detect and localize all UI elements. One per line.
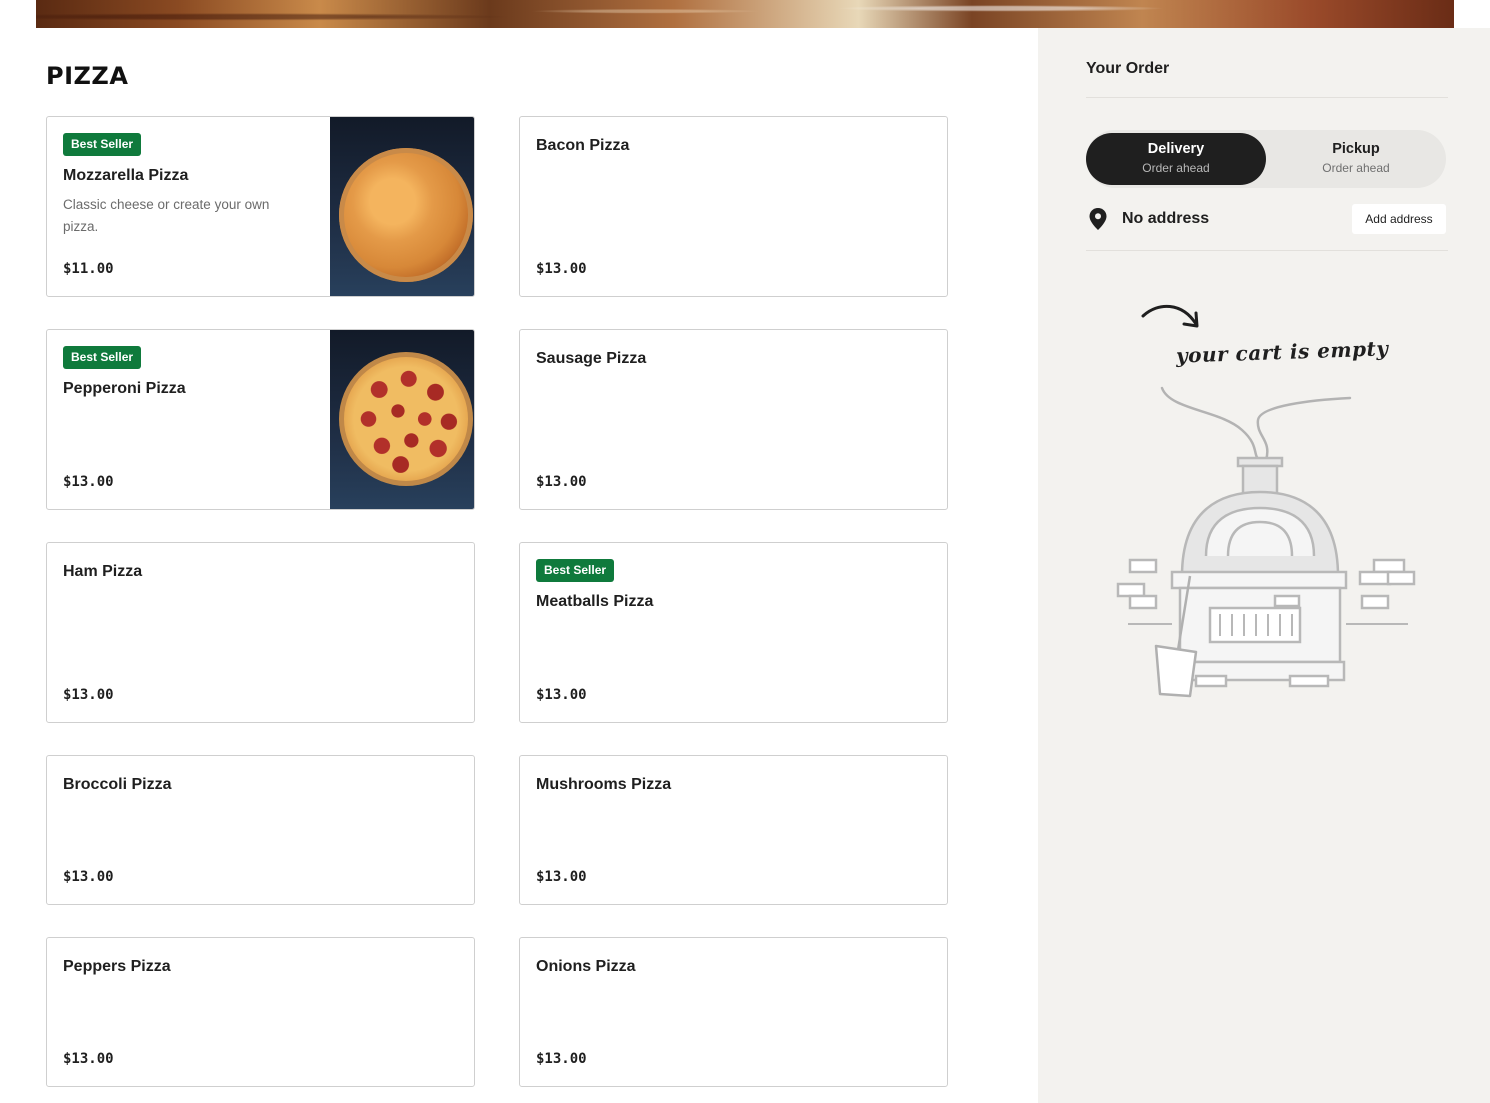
menu-item-price: $13.00 — [536, 687, 587, 703]
menu-item-name: Sausage Pizza — [536, 350, 647, 367]
menu-item-price: $13.00 — [63, 474, 114, 490]
menu-item-price: $13.00 — [536, 1051, 587, 1067]
menu-item-card-mushrooms[interactable]: Mushrooms Pizza $13.00 — [519, 755, 948, 905]
menu-item-card-sausage[interactable]: Sausage Pizza $13.00 — [519, 329, 948, 510]
curved-arrow-icon — [1141, 304, 1199, 328]
menu-item-card-broccoli[interactable]: Broccoli Pizza $13.00 — [46, 755, 475, 905]
menu-item-card-meatballs[interactable]: Best Seller Meatballs Pizza $13.00 — [519, 542, 948, 723]
pickup-sublabel: Order ahead — [1322, 161, 1390, 175]
menu-item-image — [330, 117, 474, 296]
add-address-button[interactable]: Add address — [1352, 204, 1446, 234]
menu-item-price: $13.00 — [536, 474, 587, 490]
address-text: No address — [1122, 210, 1210, 227]
menu-item-name: Mushrooms Pizza — [536, 776, 672, 793]
menu-item-image — [330, 330, 474, 509]
pickup-option[interactable]: Pickup Order ahead — [1266, 133, 1446, 185]
menu-item-name: Ham Pizza — [63, 563, 143, 580]
delivery-sublabel: Order ahead — [1142, 161, 1210, 175]
menu-item-name: Onions Pizza — [536, 958, 636, 975]
best-seller-badge: Best Seller — [536, 559, 615, 582]
menu-item-price: $11.00 — [63, 261, 114, 277]
menu-item-card-bacon[interactable]: Bacon Pizza $13.00 — [519, 116, 948, 297]
divider — [1086, 250, 1448, 251]
menu-item-name: Broccoli Pizza — [63, 776, 172, 793]
divider — [1086, 97, 1448, 98]
menu-item-name: Pepperoni Pizza — [63, 380, 186, 397]
menu-item-card-onions[interactable]: Onions Pizza $13.00 — [519, 937, 948, 1087]
menu-item-description: Classic cheese or create your own pizza. — [63, 197, 270, 234]
order-title: Your Order — [1086, 60, 1170, 77]
menu-item-price: $13.00 — [63, 869, 114, 885]
menu-item-name: Mozzarella Pizza — [63, 167, 189, 184]
menu-item-name: Meatballs Pizza — [536, 593, 654, 610]
menu-item-name: Peppers Pizza — [63, 958, 171, 975]
delivery-label: Delivery — [1147, 141, 1205, 157]
menu-item-price: $13.00 — [63, 1051, 114, 1067]
hero-banner-image — [36, 0, 1454, 28]
menu-item-price: $13.00 — [63, 687, 114, 703]
menu-item-card-peppers[interactable]: Peppers Pizza $13.00 — [46, 937, 475, 1087]
pickup-label: Pickup — [1332, 141, 1380, 157]
section-title: PIZZA — [46, 62, 129, 90]
pizza-oven-illustration — [1116, 386, 1416, 698]
menu-item-price: $13.00 — [536, 261, 587, 277]
map-pin-icon — [1089, 208, 1107, 230]
best-seller-badge: Best Seller — [63, 346, 142, 369]
menu-item-name: Bacon Pizza — [536, 137, 630, 154]
fulfillment-toggle: Delivery Order ahead Pickup Order ahead — [1086, 130, 1446, 188]
best-seller-badge: Best Seller — [63, 133, 142, 156]
menu-item-card-ham[interactable]: Ham Pizza $13.00 — [46, 542, 475, 723]
menu-item-price: $13.00 — [536, 869, 587, 885]
delivery-option[interactable]: Delivery Order ahead — [1086, 133, 1266, 185]
menu-item-card-mozzarella[interactable]: Best Seller Mozzarella Pizza Classic che… — [46, 116, 475, 297]
menu-item-card-pepperoni[interactable]: Best Seller Pepperoni Pizza $13.00 — [46, 329, 475, 510]
